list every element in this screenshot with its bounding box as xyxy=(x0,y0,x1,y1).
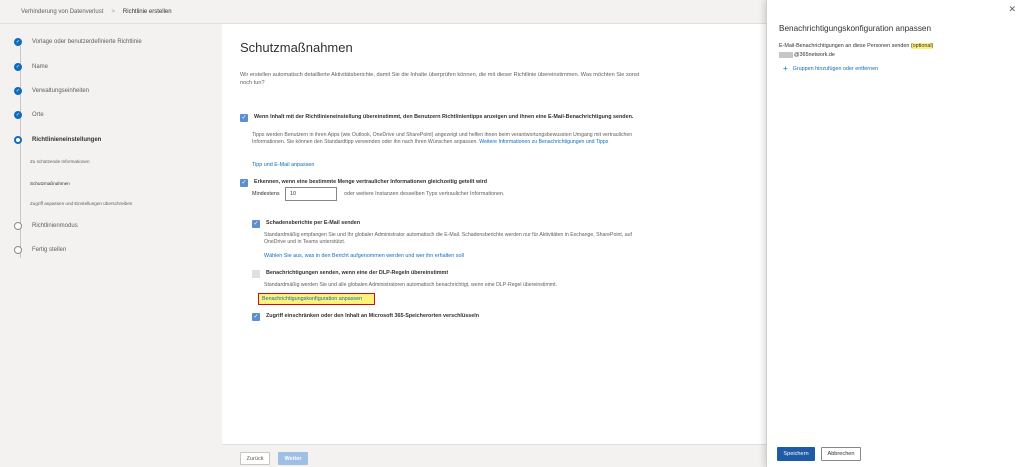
intro-text: Wir erstellen automatisch detaillierte A… xyxy=(240,72,640,86)
report-settings-link[interactable]: Wählen Sie aus, was in den Bericht aufge… xyxy=(264,253,464,259)
save-button[interactable]: Speichern xyxy=(777,447,815,461)
customize-notification-config-link[interactable]: Benachrichtigungskonfiguration anpassen xyxy=(258,293,375,305)
step-pending-icon xyxy=(14,222,22,230)
step-done-icon: ✓ xyxy=(14,63,22,71)
step-current-icon xyxy=(14,136,22,144)
option-detect-quantity[interactable]: ✓ Erkennen, wenn eine bestimmte Menge ve… xyxy=(240,179,640,187)
checkbox-checked-icon[interactable]: ✓ xyxy=(240,179,248,187)
step-done-icon: ✓ xyxy=(14,38,22,46)
main-content: Schutzmaßnahmen Wir erstellen automatisc… xyxy=(222,24,766,444)
step-finish[interactable]: Fertig stellen xyxy=(14,246,66,254)
recipient-domain: @365network.de xyxy=(794,52,835,58)
next-button[interactable]: Weiter xyxy=(278,452,308,465)
breadcrumb: Verhinderung von Datenverlust > Richtlin… xyxy=(0,0,766,24)
step-label: Fertig stellen xyxy=(32,247,67,253)
step-label: Name xyxy=(32,64,49,70)
link-label: Benachrichtigungskonfiguration anpassen xyxy=(262,296,363,302)
option-label: Benachrichtigungen senden, wenn eine der… xyxy=(266,270,449,276)
optional-badge: (optional) xyxy=(910,43,934,49)
cancel-button[interactable]: Abbrechen xyxy=(821,447,861,461)
option-policy-tips[interactable]: ✓ Wenn Inhalt mit der Richtlinieneinstel… xyxy=(240,114,640,122)
breadcrumb-current: Richtlinie erstellen xyxy=(122,8,172,15)
breadcrumb-separator: > xyxy=(111,8,115,15)
plus-icon: + xyxy=(783,64,788,73)
close-icon[interactable]: ✕ xyxy=(1008,4,1016,15)
option-description: Standardmäßig empfangen Sie und Ihr glob… xyxy=(264,232,632,246)
add-groups-label: Gruppen hinzufügen oder entfernen xyxy=(792,65,879,72)
option-label: Zugriff einschränken oder den Inhalt an … xyxy=(266,313,479,319)
recipient-entry: @365network.de xyxy=(779,52,835,58)
step-label: Orte xyxy=(32,112,44,118)
option-label: Erkennen, wenn eine bestimmte Menge vert… xyxy=(254,179,488,185)
substep-access-override[interactable]: Zugriff anpassen und Einstellungen übers… xyxy=(30,201,132,206)
learn-more-link[interactable]: Weitere Informationen zu Benachrichtigun… xyxy=(479,139,608,145)
panel-title: Benachrichtigungskonfiguration anpassen xyxy=(779,24,932,33)
page-title: Schutzmaßnahmen xyxy=(240,40,353,55)
min-instances-label: Mindestens xyxy=(252,191,280,197)
notify-label: E-Mail-Benachrichtigungen an diese Perso… xyxy=(779,43,934,49)
add-remove-groups-link[interactable]: + Gruppen hinzufügen oder entfernen xyxy=(783,64,878,73)
step-done-icon: ✓ xyxy=(14,87,22,95)
substep-info-to-protect[interactable]: Zu schützende Informationen xyxy=(30,159,90,164)
step-label: Richtlinienmodus xyxy=(32,223,78,229)
step-done-icon: ✓ xyxy=(14,111,22,119)
checkbox-checked-icon[interactable]: ✓ xyxy=(240,114,248,122)
option-description: Tipps werden Benutzern in ihren Apps (wi… xyxy=(252,132,638,147)
step-name[interactable]: ✓ Name xyxy=(14,63,48,71)
option-rule-notifications[interactable]: Benachrichtigungen senden, wenn eine der… xyxy=(252,270,632,278)
notify-label-text: E-Mail-Benachrichtigungen an diese Perso… xyxy=(779,43,910,49)
option-label: Wenn Inhalt mit der Richtlinieneinstellu… xyxy=(254,114,634,120)
breadcrumb-parent[interactable]: Verhinderung von Datenverlust xyxy=(21,9,103,15)
option-restrict-access[interactable]: ✓ Zugriff einschränken oder den Inhalt a… xyxy=(252,313,632,321)
wizard-area: Verhinderung von Datenverlust > Richtlin… xyxy=(0,0,766,467)
customize-tip-link[interactable]: Tipp und E-Mail anpassen xyxy=(252,162,314,168)
redacted-username xyxy=(779,52,793,58)
min-instances-input[interactable]: 10 xyxy=(285,187,337,201)
step-policy-settings[interactable]: Richtlinieneinstellungen xyxy=(14,136,101,144)
step-template[interactable]: ✓ Vorlage oder benutzerdefinierte Richtl… xyxy=(14,38,142,46)
step-admin-units[interactable]: ✓ Verwaltungseinheiten xyxy=(14,87,89,95)
wizard-footer: Zurück Weiter xyxy=(222,444,766,467)
option-incident-reports[interactable]: ✓ Schadensberichte per E-Mail senden xyxy=(252,220,632,228)
option-description: Standardmäßig werden Sie und alle global… xyxy=(264,282,557,288)
substep-protection-actions[interactable]: Schutzmaßnahmen xyxy=(30,181,70,186)
step-label: Richtlinieneinstellungen xyxy=(32,137,102,143)
step-label: Verwaltungseinheiten xyxy=(32,88,90,94)
step-policy-mode[interactable]: Richtlinienmodus xyxy=(14,222,78,230)
step-locations[interactable]: ✓ Orte xyxy=(14,111,44,119)
step-pending-icon xyxy=(14,246,22,254)
notification-config-panel: ✕ Benachrichtigungskonfiguration anpasse… xyxy=(766,0,1024,467)
back-button[interactable]: Zurück xyxy=(240,452,270,465)
checkbox-checked-icon[interactable]: ✓ xyxy=(252,220,260,228)
checkbox-checked-icon[interactable]: ✓ xyxy=(252,313,260,321)
checkbox-disabled-icon[interactable] xyxy=(252,270,260,278)
option-label: Schadensberichte per E-Mail senden xyxy=(266,220,361,226)
min-instances-suffix: oder weitere Instanzen desselben Typs ve… xyxy=(344,191,505,197)
step-label: Vorlage oder benutzerdefinierte Richtlin… xyxy=(32,39,142,45)
